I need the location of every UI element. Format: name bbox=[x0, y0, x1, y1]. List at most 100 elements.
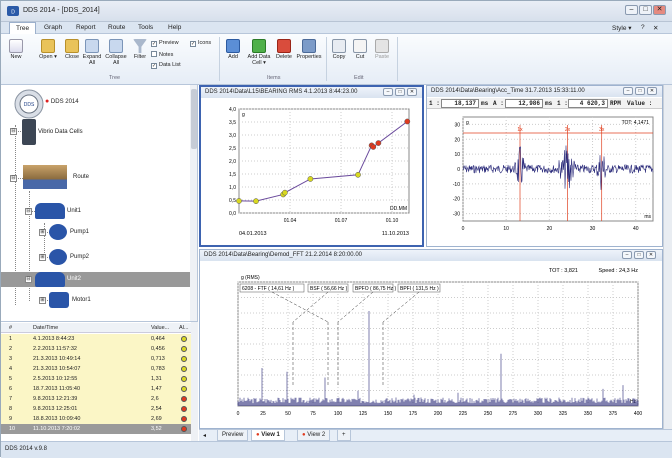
svg-text:D: D bbox=[11, 10, 15, 16]
menu-tree[interactable]: Tree bbox=[9, 22, 37, 34]
expand-toggle-icon[interactable]: ⊟ bbox=[10, 175, 17, 182]
tab-scroll-left-icon[interactable]: ◂ bbox=[203, 432, 206, 439]
tot-label: TOT: 4,1471 bbox=[622, 120, 650, 126]
ribbon: New Open ▾ Close Expand All Collapse All… bbox=[1, 34, 672, 85]
preview-checkbox[interactable]: ✓ Preview bbox=[151, 40, 179, 47]
column-header[interactable]: Al... bbox=[179, 325, 188, 331]
expand-all-button[interactable]: Expand All bbox=[81, 39, 103, 66]
fft-spectrum-chart[interactable]: 0 25 50 75 100 125 150 175 200 225 250 275 300 325 350… bbox=[200, 262, 662, 428]
row-datetime: 21.3.2013 10:54:07 bbox=[33, 366, 81, 372]
row-datetime: 18.7.2013 11:05:40 bbox=[33, 386, 80, 392]
close-button[interactable]: Close bbox=[62, 39, 82, 60]
paste-button[interactable]: Paste bbox=[371, 39, 393, 60]
harmonic-cursor-label: 3x bbox=[599, 127, 605, 133]
add-tab-button[interactable]: + bbox=[337, 430, 351, 441]
panel-maximize-button[interactable]: □ bbox=[634, 251, 644, 259]
expand-toggle-icon[interactable]: ⊟ bbox=[25, 276, 32, 283]
table-row[interactable]: 10 11.10.2013 7:20:02 3,52 bbox=[1, 424, 191, 434]
expand-toggle-icon[interactable]: ⊟ bbox=[25, 208, 32, 215]
row-index: 10 bbox=[9, 426, 16, 432]
panel-close-button[interactable]: ✕ bbox=[647, 87, 657, 95]
tree-node-vibrio[interactable]: Vibrio Data Cells bbox=[38, 129, 83, 135]
y-tick-label: 10 bbox=[454, 152, 460, 158]
unit-icon bbox=[35, 203, 65, 219]
pump-icon bbox=[49, 224, 67, 240]
tot-label: TOT : 3,821 bbox=[549, 268, 578, 274]
copy-button[interactable]: Copy bbox=[329, 39, 349, 60]
tree-node-pump1[interactable]: Pump1 bbox=[70, 229, 89, 235]
table-row[interactable]: 2 2.2.2013 11:57:32 0,456 bbox=[1, 344, 191, 354]
data-list-checkbox[interactable]: ✓ Data List bbox=[151, 62, 181, 69]
cut-button[interactable]: Cut bbox=[350, 39, 370, 60]
ribbon-divider bbox=[219, 37, 220, 81]
icons-checkbox[interactable]: ✓ Icons bbox=[190, 40, 211, 47]
table-row[interactable]: 9 18.8.2013 10:09:40 2,69 bbox=[1, 414, 191, 424]
row-value: 1,47 bbox=[151, 386, 162, 392]
expand-icon bbox=[85, 39, 99, 53]
data-table: # Date/Time Value... Al... 1 4.1.2013 8:4… bbox=[1, 321, 198, 441]
menu-report[interactable]: Report bbox=[76, 24, 96, 31]
expand-toggle-icon[interactable]: ⊞ bbox=[39, 297, 46, 304]
maximize-button[interactable]: □ bbox=[639, 5, 652, 15]
tree-node-unit1[interactable]: Unit1 bbox=[67, 208, 81, 214]
minimize-button[interactable]: – bbox=[625, 5, 638, 15]
tree-node-route[interactable]: Route bbox=[73, 174, 89, 180]
panel-minimize-button[interactable]: – bbox=[623, 87, 633, 95]
table-row[interactable]: 5 2.5.2013 10:12:55 1,31 bbox=[1, 374, 191, 384]
expand-toggle-icon[interactable]: ⊞ bbox=[39, 229, 46, 236]
trend-data-point bbox=[253, 198, 259, 204]
help-icon[interactable]: ? bbox=[641, 24, 645, 31]
style-menu[interactable]: Style ▾ bbox=[612, 24, 632, 32]
alarm-status-icon bbox=[181, 416, 187, 422]
panel-maximize-button[interactable]: □ bbox=[635, 87, 645, 95]
time-waveform-chart[interactable]: 30 20 10 0 -10 -20 -30 0 10 20 30 40 g ms TOT: 4,1471 1… bbox=[427, 109, 662, 246]
delete-button[interactable]: Delete bbox=[273, 39, 295, 60]
x-tick-label: 400 bbox=[634, 411, 643, 417]
tree-node-root[interactable]: ● DDS 2014 bbox=[45, 98, 79, 105]
table-scrollbar[interactable] bbox=[191, 322, 198, 441]
column-header[interactable]: Value... bbox=[151, 325, 169, 331]
notes-checkbox[interactable]: Notes bbox=[151, 51, 173, 58]
collapse-all-button[interactable]: Collapse All bbox=[103, 39, 129, 66]
expand-toggle-icon[interactable]: ⊟ bbox=[10, 128, 17, 135]
panel-close-button[interactable]: ✕ bbox=[646, 251, 656, 259]
new-button[interactable]: New bbox=[5, 39, 27, 60]
menu-help[interactable]: Help bbox=[168, 24, 181, 31]
tree-scrollbar[interactable] bbox=[190, 85, 197, 321]
menu-tools[interactable]: Tools bbox=[138, 24, 153, 31]
open-button[interactable]: Open ▾ bbox=[35, 39, 61, 60]
menu-route[interactable]: Route bbox=[108, 24, 125, 31]
route-plant-icon bbox=[23, 165, 67, 189]
ribbon-close-icon[interactable]: ✕ bbox=[653, 24, 658, 32]
tab-view2[interactable]: ● View 2 bbox=[297, 430, 331, 441]
table-row[interactable]: 8 9.8.2013 12:25:01 2,54 bbox=[1, 404, 191, 414]
expand-toggle-icon[interactable]: ⊞ bbox=[39, 254, 46, 261]
table-row[interactable]: 1 4.1.2013 8:44:23 0,464 bbox=[1, 334, 191, 344]
column-header[interactable]: # bbox=[9, 325, 12, 331]
menu-graph[interactable]: Graph bbox=[44, 24, 62, 31]
panel-minimize-button[interactable]: – bbox=[383, 88, 393, 96]
table-row[interactable]: 3 21.3.2013 10:49:14 0,713 bbox=[1, 354, 191, 364]
table-row[interactable]: 6 18.7.2013 11:05:40 1,47 bbox=[1, 384, 191, 394]
tree-node-pump2[interactable]: Pump2 bbox=[70, 254, 89, 260]
column-header[interactable]: Date/Time bbox=[33, 325, 58, 331]
add-data-cell-icon bbox=[252, 39, 266, 53]
tree-node-unit2[interactable]: Unit2 bbox=[67, 276, 81, 282]
tree-node-motor1[interactable]: Motor1 bbox=[72, 297, 91, 303]
tab-preview[interactable]: Preview bbox=[217, 430, 249, 441]
main-scrollbar[interactable] bbox=[663, 85, 672, 429]
table-row[interactable]: 7 9.8.2013 12:21:39 2,6 bbox=[1, 394, 191, 404]
trend-chart[interactable]: 4,0 3,5 3,0 2,5 2,0 1,5 1,0 0,5 0,0 01.04 01.07 01.… bbox=[201, 99, 422, 245]
properties-button[interactable]: Properties bbox=[295, 39, 323, 60]
filter-button[interactable]: Filter bbox=[129, 39, 151, 60]
x-unit-label: DD.MM bbox=[390, 206, 407, 212]
table-row[interactable]: 4 21.3.2013 10:54:07 0,783 bbox=[1, 364, 191, 374]
add-button[interactable]: Add bbox=[223, 39, 243, 60]
tab-view1[interactable]: ● View 1 bbox=[251, 430, 285, 441]
add-data-cell-button[interactable]: Add Data Cell ▾ bbox=[244, 39, 274, 66]
close-window-button[interactable]: ✕ bbox=[653, 5, 666, 15]
panel-maximize-button[interactable]: □ bbox=[395, 88, 405, 96]
panel-close-button[interactable]: ✕ bbox=[407, 88, 417, 96]
x-tick-label: 125 bbox=[359, 411, 368, 417]
panel-minimize-button[interactable]: – bbox=[622, 251, 632, 259]
